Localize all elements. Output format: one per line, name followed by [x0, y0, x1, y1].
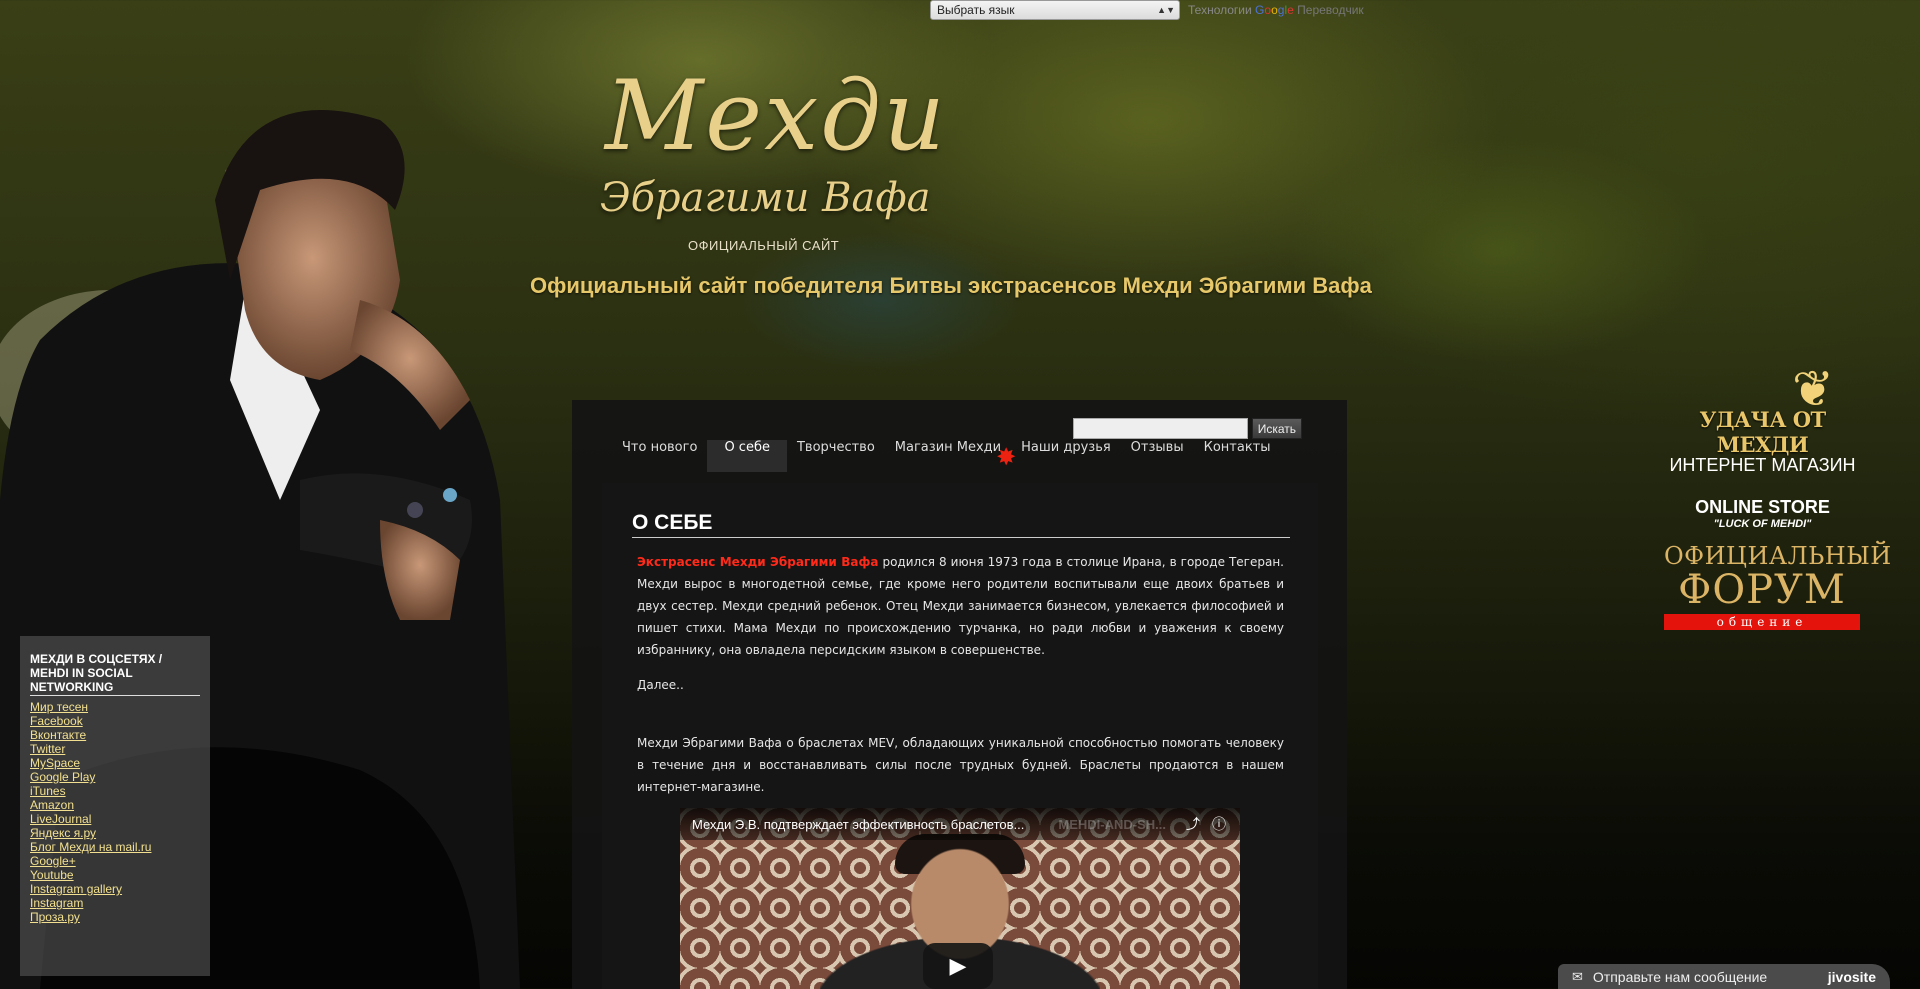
video-title-bar: Мехди Э.В. подтверждает эффективность бр…: [680, 808, 1240, 840]
google-translate-bar: Выбрать язык ▲▼ Технологии Google Перево…: [930, 0, 1364, 20]
logo-subtitle: ОФИЦИАЛЬНЫЙ САЙТ: [688, 238, 840, 253]
nav-item-shop[interactable]: Магазин Мехди ✸: [885, 440, 1016, 472]
powered-prefix: Технологии: [1188, 3, 1252, 17]
online-store-banner[interactable]: ❦ УДАЧА ОТ МЕХДИ ИНТЕРНЕТ МАГАЗИН ONLINE…: [1660, 360, 1865, 531]
nav-item-creativity[interactable]: Творчество: [787, 440, 885, 472]
google-logo: Google: [1255, 3, 1294, 17]
nav-item-reviews[interactable]: Отзывы: [1121, 440, 1194, 472]
bio-text: родился 8 июня 1973 года в столице Ирана…: [637, 555, 1284, 657]
play-button[interactable]: ▶: [923, 943, 993, 989]
nav-item-shop-label: Магазин Мехди: [894, 440, 1002, 455]
page-title: О СЕБЕ: [632, 511, 1290, 538]
jivosite-logo: jivosite: [1827, 968, 1876, 985]
social-link-google-play[interactable]: Google Play: [30, 770, 200, 784]
store-online-label: ONLINE STORE: [1695, 497, 1830, 517]
site-logo[interactable]: Мехди Эбрагими Вафа ОФИЦИАЛЬНЫЙ САЙТ: [595, 60, 945, 270]
official-forum-banner[interactable]: ОФИЦИАЛЬНЫЙ ФОРУМ общение: [1664, 542, 1892, 630]
store-shop-label: ИНТЕРНЕТ МАГАЗИН: [1669, 455, 1856, 475]
social-link-instagram-gallery[interactable]: Instagram gallery: [30, 882, 200, 896]
video-title[interactable]: Мехди Э.В. подтверждает эффективность бр…: [692, 817, 1058, 832]
search-input[interactable]: [1072, 418, 1248, 439]
social-link-google-plus[interactable]: Google+: [30, 854, 200, 868]
youtube-video-embed[interactable]: Мехди Э.В. подтверждает эффективность бр…: [680, 808, 1240, 989]
social-heading: МЕХДИ В СОЦСЕТЯХ / MEHDI IN SOCIAL NETWO…: [30, 652, 200, 696]
bio-highlight: Экстрасенс Мехди Эбрагими Вафа: [637, 555, 879, 569]
logo-surname: Эбрагими Вафа: [600, 175, 931, 221]
read-more-link[interactable]: Далее..: [637, 678, 684, 692]
social-link-vkontakte[interactable]: Вконтакте: [30, 728, 200, 742]
social-link-mailru-blog[interactable]: Блог Мехди на mail.ru: [30, 840, 200, 854]
social-link-youtube[interactable]: Youtube: [30, 868, 200, 882]
translator-link[interactable]: Переводчик: [1297, 3, 1364, 17]
play-icon: ▶: [949, 953, 967, 979]
bio-paragraph: Экстрасенс Мехди Эбрагими Вафа родился 8…: [637, 551, 1284, 661]
content-area: О СЕБЕ Экстрасенс Мехди Эбрагими Вафа ро…: [602, 483, 1318, 989]
forum-title: ФОРУМ: [1678, 567, 1846, 613]
social-link-twitter[interactable]: Twitter: [30, 742, 200, 756]
main-panel: Искать Что нового О себе Творчество Мага…: [572, 400, 1347, 989]
nav-item-about[interactable]: О себе: [707, 440, 787, 472]
social-link-proza[interactable]: Проза.ру: [30, 910, 200, 924]
select-arrows-icon: ▲▼: [1157, 5, 1175, 15]
video-channel-watermark: MEHDI-AND-SH...: [1058, 816, 1166, 832]
site-tagline: Официальный сайт победителя Битвы экстра…: [530, 273, 1372, 298]
social-link-myspace[interactable]: MySpace: [30, 756, 200, 770]
social-link-amazon[interactable]: Amazon: [30, 798, 200, 812]
jivosite-chat-widget[interactable]: ✉ Отправьте нам сообщение jivosite: [1558, 964, 1890, 989]
social-link-mirtesen[interactable]: Мир тесен: [30, 700, 200, 714]
nav-item-friends[interactable]: Наши друзья: [1011, 440, 1121, 472]
share-icon[interactable]: ⤴: [1184, 815, 1202, 833]
chat-label: Отправьте нам сообщение: [1592, 968, 1768, 985]
translate-attribution: Технологии Google Переводчик: [1188, 3, 1364, 17]
social-link-instagram[interactable]: Instagram: [30, 896, 200, 910]
forum-official-label: ОФИЦИАЛЬНЫЙ: [1664, 542, 1892, 570]
bracelets-paragraph: Мехди Эбрагими Вафа о браслетах MEV, обл…: [637, 736, 1284, 794]
language-select[interactable]: Выбрать язык ▲▼: [930, 0, 1180, 20]
main-nav: Что нового О себе Творчество Магазин Мех…: [612, 440, 1281, 472]
store-luck-en: "LUCK OF MEHDI": [1713, 518, 1812, 530]
social-networks-box: МЕХДИ В СОЦСЕТЯХ / MEHDI IN SOCIAL NETWO…: [20, 636, 210, 976]
search-button[interactable]: Искать: [1251, 418, 1302, 439]
forum-communication-label: общение: [1664, 614, 1860, 630]
butterfly-icon: ❦: [1792, 360, 1834, 418]
envelope-icon: ✉: [1572, 968, 1583, 984]
language-select-value: Выбрать язык: [937, 3, 1015, 17]
nav-item-news[interactable]: Что нового: [612, 440, 707, 472]
social-link-livejournal[interactable]: LiveJournal: [30, 812, 200, 826]
social-link-itunes[interactable]: iTunes: [30, 784, 200, 798]
info-icon[interactable]: ⓘ: [1210, 815, 1228, 833]
social-link-yandex[interactable]: Яндекс я.ру: [30, 826, 200, 840]
social-link-facebook[interactable]: Facebook: [30, 714, 200, 728]
nav-item-contacts[interactable]: Контакты: [1194, 440, 1281, 472]
search-form: Искать: [1072, 418, 1302, 439]
logo-name: Мехди: [605, 60, 947, 172]
